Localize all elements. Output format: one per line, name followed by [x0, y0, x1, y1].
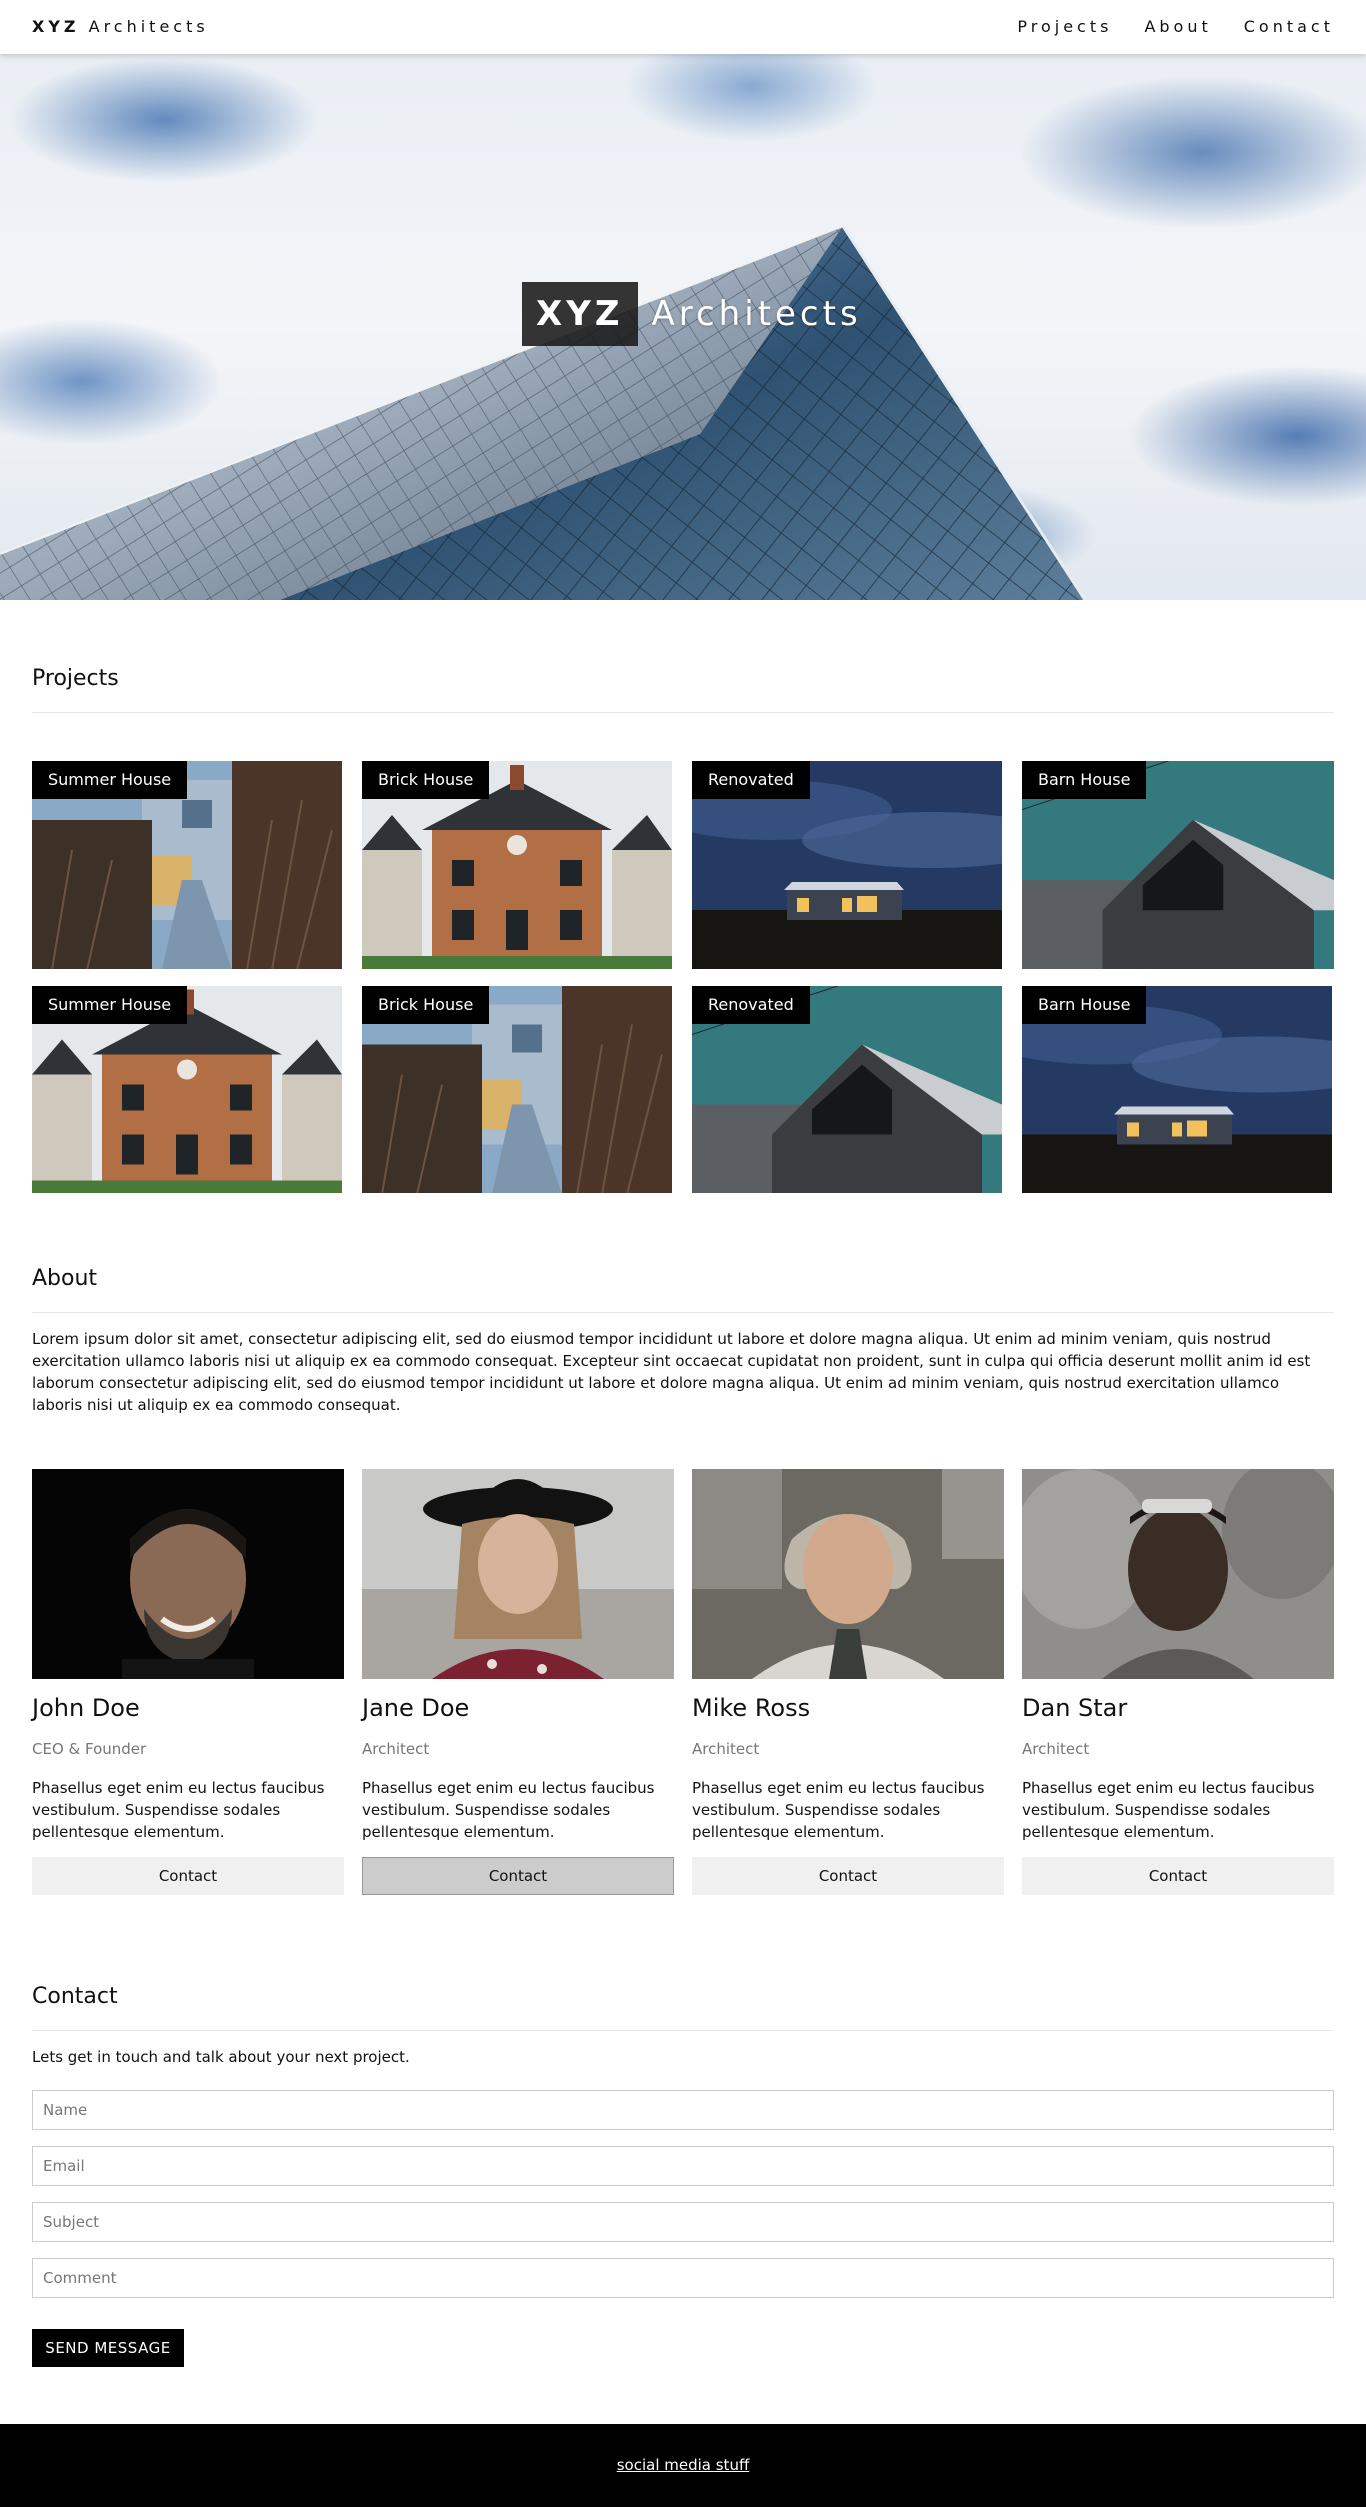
hero-title-rest: Architects: [651, 294, 862, 334]
member-description: Phasellus eget enim eu lectus faucibus v…: [32, 1779, 325, 1841]
member-name: John Doe: [32, 1694, 140, 1722]
avatar: [1022, 1469, 1334, 1679]
contact-intro: Lets get in touch and talk about your ne…: [32, 2048, 410, 2066]
project-label: Summer House: [32, 986, 188, 1024]
contact-section: Contact Lets get in touch and talk about…: [32, 1982, 1334, 2068]
project-card[interactable]: Brick House: [362, 761, 672, 969]
team-member-card: Dan Star Architect Phasellus eget enim e…: [1022, 1469, 1334, 1895]
project-card[interactable]: Brick House: [362, 986, 672, 1193]
member-description: Phasellus eget enim eu lectus faucibus v…: [1022, 1779, 1315, 1841]
team-grid: John Doe CEO & Founder Phasellus eget en…: [32, 1469, 1334, 1899]
send-message-button[interactable]: SEND MESSAGE: [32, 2329, 184, 2367]
brand-logo[interactable]: XYZ Architects: [32, 17, 209, 37]
project-label: Brick House: [362, 986, 490, 1024]
member-photo: [1022, 1469, 1334, 1679]
project-card[interactable]: Renovated: [692, 761, 1002, 969]
contact-button[interactable]: Contact: [1022, 1857, 1334, 1895]
member-photo: [32, 1469, 344, 1679]
contact-button[interactable]: Contact: [692, 1857, 1004, 1895]
project-card[interactable]: Barn House: [1022, 761, 1334, 969]
project-label: Summer House: [32, 761, 188, 799]
avatar: [692, 1469, 1004, 1679]
member-name: Jane Doe: [362, 1694, 470, 1722]
projects-heading: Projects: [32, 664, 1334, 713]
member-role: CEO & Founder: [32, 1740, 147, 1758]
project-card[interactable]: Renovated: [692, 986, 1002, 1193]
project-label: Barn House: [1022, 761, 1147, 799]
member-photo: [362, 1469, 674, 1679]
footer: social media stuff: [0, 2424, 1366, 2507]
brand-bold: XYZ: [32, 17, 80, 36]
nav-link-about[interactable]: About: [1144, 17, 1211, 37]
team-member-card: Mike Ross Architect Phasellus eget enim …: [692, 1469, 1004, 1895]
member-description: Phasellus eget enim eu lectus faucibus v…: [362, 1779, 655, 1841]
comment-field[interactable]: [32, 2258, 1334, 2298]
member-name: Mike Ross: [692, 1694, 811, 1722]
social-media-link[interactable]: social media stuff: [617, 2456, 750, 2474]
brand-rest: Architects: [88, 17, 209, 36]
hero-title: XYZ Architects: [522, 282, 862, 346]
member-role: Architect: [692, 1740, 760, 1758]
nav-link-contact[interactable]: Contact: [1244, 17, 1334, 37]
project-label: Renovated: [692, 986, 810, 1024]
contact-heading: Contact: [32, 1982, 1334, 2031]
email-field[interactable]: [32, 2146, 1334, 2186]
project-card[interactable]: Summer House: [32, 986, 342, 1193]
member-description: Phasellus eget enim eu lectus faucibus v…: [692, 1779, 985, 1841]
main-nav: Projects About Contact: [1017, 17, 1334, 37]
projects-section: Projects: [32, 664, 1334, 713]
contact-button[interactable]: Contact: [362, 1857, 674, 1895]
team-member-card: Jane Doe Architect Phasellus eget enim e…: [362, 1469, 674, 1895]
avatar: [362, 1469, 674, 1679]
top-navbar: XYZ Architects Projects About Contact: [0, 0, 1366, 54]
contact-form: [32, 2090, 1334, 2298]
name-field[interactable]: [32, 2090, 1334, 2130]
project-label: Brick House: [362, 761, 490, 799]
hero-title-bold: XYZ: [522, 282, 638, 346]
project-label: Renovated: [692, 761, 810, 799]
avatar: [32, 1469, 344, 1679]
member-role: Architect: [362, 1740, 430, 1758]
contact-button[interactable]: Contact: [32, 1857, 344, 1895]
member-role: Architect: [1022, 1740, 1090, 1758]
team-member-card: John Doe CEO & Founder Phasellus eget en…: [32, 1469, 344, 1895]
project-card[interactable]: Summer House: [32, 761, 342, 969]
subject-field[interactable]: [32, 2202, 1334, 2242]
about-section: About Lorem ipsum dolor sit amet, consec…: [32, 1264, 1334, 1416]
project-card[interactable]: Barn House: [1022, 986, 1332, 1193]
nav-link-projects[interactable]: Projects: [1017, 17, 1112, 37]
about-heading: About: [32, 1264, 1334, 1313]
project-label: Barn House: [1022, 986, 1147, 1024]
about-text: Lorem ipsum dolor sit amet, consectetur …: [32, 1330, 1311, 1414]
member-name: Dan Star: [1022, 1694, 1128, 1722]
hero-banner: XYZ Architects: [0, 54, 1366, 600]
projects-grid: Summer House Brick House Renovated Barn …: [32, 761, 1334, 1193]
member-photo: [692, 1469, 1004, 1679]
